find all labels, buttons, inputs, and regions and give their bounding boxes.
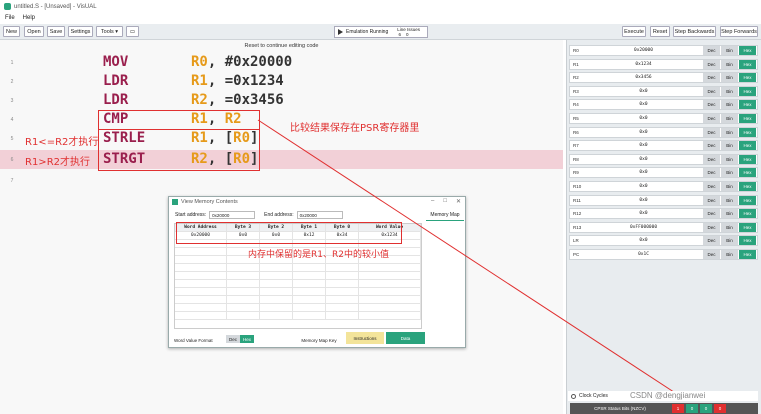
annotation-arrow [257, 119, 684, 399]
flag-c: 0 [700, 404, 712, 413]
flag-z: 0 [686, 404, 698, 413]
clock-cycles-label: Clock Cycles [579, 393, 608, 399]
cpsr-label: CPSR Status Bits (NZCV) [594, 406, 646, 411]
flag-n: 1 [672, 404, 684, 413]
watermark: CSDN @dengjianwei [630, 391, 706, 400]
clock-icon [571, 393, 576, 399]
flag-v: 0 [714, 404, 726, 413]
arrow-line [257, 119, 684, 399]
cpsr-status-bar: CPSR Status Bits (NZCV) 1 0 0 0 [570, 403, 758, 414]
